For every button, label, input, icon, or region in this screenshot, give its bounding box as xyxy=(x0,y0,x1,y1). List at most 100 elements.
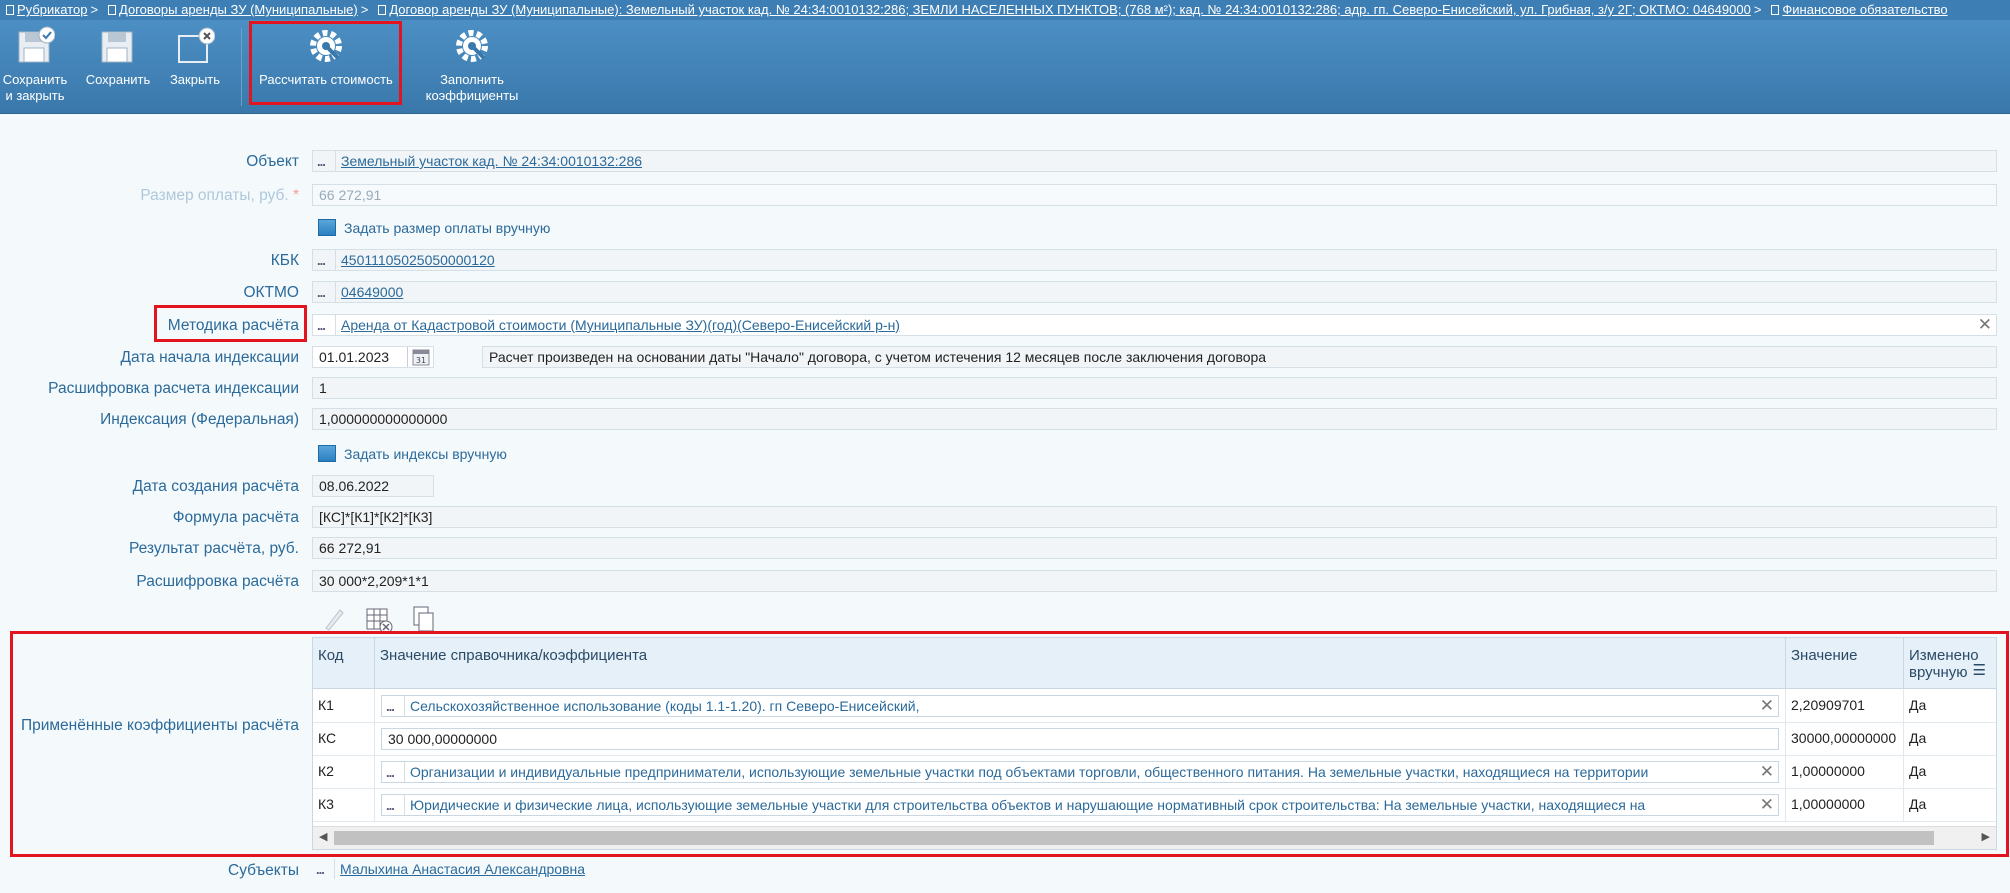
reference-lookup-field[interactable]: Юридические и физические лица, использую… xyxy=(381,794,1779,816)
object-label: Объект xyxy=(246,153,299,170)
table-row[interactable]: К2 Организации и индивидуальные предприн… xyxy=(313,755,1996,789)
manual-payment-row: Задать размер оплаты вручную xyxy=(0,216,2010,240)
column-header-reference[interactable]: Значение справочника/коэффициента xyxy=(375,638,1786,688)
oktmo-field[interactable]: 04649000 xyxy=(312,281,1997,303)
clear-icon[interactable]: ✕ xyxy=(1760,762,1774,782)
save-close-button[interactable]: Сохранить и закрыть xyxy=(0,20,70,113)
table-row[interactable]: К1 Сельскохозяйственное использование (к… xyxy=(313,689,1996,723)
select-dots-icon[interactable] xyxy=(382,795,405,815)
cell-value: 1,00000000 xyxy=(1786,755,1904,788)
kbk-label: КБК xyxy=(270,252,299,269)
fill-coefficients-button[interactable]: Заполнить коэффициенты xyxy=(410,20,534,113)
select-dots-icon[interactable] xyxy=(382,696,405,716)
cell-code: К1 xyxy=(313,689,375,722)
document-icon xyxy=(378,5,387,15)
close-window-icon xyxy=(178,27,215,63)
method-row: Методика расчёта Аренда от Кадастровой с… xyxy=(0,314,2010,338)
clear-icon[interactable]: ✕ xyxy=(1760,696,1774,716)
object-row: Объект Земельный участок кад. № 24:34:00… xyxy=(0,150,2010,174)
federal-index-field: 1,000000000000000 xyxy=(312,408,1997,430)
column-menu-icon[interactable]: ☰ xyxy=(1973,662,1986,679)
coeffs-label: Применённые коэффициенты расчёта xyxy=(20,717,299,734)
save-close-icon xyxy=(18,26,55,63)
toolbar-separator xyxy=(241,28,242,106)
table-row[interactable]: К3 Юридические и физические лица, исполь… xyxy=(313,788,1996,822)
object-link[interactable]: Земельный участок кад. № 24:34:0010132:2… xyxy=(341,153,642,169)
formula-field: [КС]*[К1]*[К2]*[К3] xyxy=(312,506,1997,528)
select-dots-icon[interactable] xyxy=(313,250,336,270)
breadcrumb-item-contract[interactable]: Договор аренды ЗУ (Муниципальные): Земел… xyxy=(372,2,1751,17)
calendar-icon[interactable]: 31 xyxy=(407,347,433,367)
clear-icon[interactable]: ✕ xyxy=(1760,795,1774,815)
kbk-field[interactable]: 45011105025050000120 xyxy=(312,249,1997,271)
result-label: Результат расчёта, руб. xyxy=(128,540,299,557)
column-header-value[interactable]: Значение xyxy=(1786,638,1904,688)
reference-lookup-field[interactable]: Организации и индивидуальные предпринима… xyxy=(381,761,1779,783)
gear-icon xyxy=(310,30,342,62)
clear-icon[interactable]: ✕ xyxy=(1978,315,1992,335)
calculate-cost-button[interactable]: Рассчитать стоимость xyxy=(250,20,402,113)
horizontal-scrollbar[interactable]: ◀ ▶ xyxy=(313,826,1996,849)
scroll-right-icon[interactable]: ▶ xyxy=(1982,830,1990,843)
breadcrumb-item-obligation[interactable]: Финансовое обязательство xyxy=(1765,2,1948,17)
select-dots-icon[interactable] xyxy=(312,859,335,880)
calc-date-field: 08.06.2022 xyxy=(312,475,434,497)
document-icon xyxy=(1771,5,1780,15)
subjects-link[interactable]: Малыхина Анастасия Александровна xyxy=(340,861,585,877)
calc-date-label: Дата создания расчёта xyxy=(132,478,299,495)
index-start-label: Дата начала индексации xyxy=(120,349,299,366)
subjects-field[interactable]: Малыхина Анастасия Александровна xyxy=(312,859,585,881)
copy-icon[interactable] xyxy=(410,604,438,634)
cell-reference: 30 000,00000000 xyxy=(375,722,1786,755)
column-header-code[interactable]: Код xyxy=(313,638,375,688)
federal-index-label: Индексация (Федеральная) xyxy=(100,411,299,428)
cell-value: 2,20909701 xyxy=(1786,689,1904,722)
breadcrumb-item-rubricator[interactable]: Рубрикатор xyxy=(0,2,87,17)
cell-reference: Сельскохозяйственное использование (коды… xyxy=(375,689,1786,722)
index-decode-row: Расшифровка расчета индексации 1 xyxy=(0,377,2010,401)
edit-pencil-icon[interactable] xyxy=(320,604,348,632)
scroll-left-icon[interactable]: ◀ xyxy=(319,830,327,843)
select-dots-icon[interactable] xyxy=(313,282,336,302)
result-row: Результат расчёта, руб. 66 272,91 xyxy=(0,537,2010,561)
reference-value-input[interactable]: 30 000,00000000 xyxy=(381,728,1779,750)
index-decode-label: Расшифровка расчета индексации xyxy=(48,380,299,397)
select-dots-icon[interactable] xyxy=(313,315,336,335)
cell-manual: Да xyxy=(1909,730,1927,746)
column-header-manual[interactable]: Изменено вручную ☰ xyxy=(1904,638,1996,688)
kbk-row: КБК 45011105025050000120 xyxy=(0,249,2010,273)
select-dots-icon[interactable] xyxy=(382,762,405,782)
cell-reference: Организации и индивидуальные предпринима… xyxy=(375,755,1786,788)
calc-date-row: Дата создания расчёта 08.06.2022 xyxy=(0,475,2010,499)
breadcrumb-item-contracts[interactable]: Договоры аренды ЗУ (Муниципальные) xyxy=(102,2,358,17)
object-field[interactable]: Земельный участок кад. № 24:34:0010132:2… xyxy=(312,150,1997,172)
manual-index-checkbox[interactable] xyxy=(318,445,336,462)
manual-index-label[interactable]: Задать индексы вручную xyxy=(344,446,507,462)
oktmo-label: ОКТМО xyxy=(243,284,299,301)
manual-payment-checkbox[interactable] xyxy=(318,219,336,236)
breadcrumb: Рубрикатор > Договоры аренды ЗУ (Муниципал… xyxy=(0,0,2010,20)
cell-code: К2 xyxy=(313,755,375,788)
list-icon xyxy=(108,5,117,15)
table-delete-icon[interactable] xyxy=(364,604,394,634)
manual-payment-label[interactable]: Задать размер оплаты вручную xyxy=(344,220,550,236)
index-start-row: Дата начала индексации 01.01.2023 31 Рас… xyxy=(0,346,2010,370)
scrollbar-thumb[interactable] xyxy=(334,831,1934,845)
decode-row: Расшифровка расчёта 30 000*2,209*1*1 xyxy=(0,570,2010,594)
method-link[interactable]: Аренда от Кадастровой стоимости (Муницип… xyxy=(341,317,900,333)
decode-field: 30 000*2,209*1*1 xyxy=(312,570,1997,592)
method-field[interactable]: Аренда от Кадастровой стоимости (Муницип… xyxy=(312,314,1997,336)
formula-label: Формула расчёта xyxy=(172,509,299,526)
coefficients-grid: Код Значение справочника/коэффициента Зн… xyxy=(312,637,1997,850)
cell-manual: Да xyxy=(1909,697,1927,713)
oktmo-link[interactable]: 04649000 xyxy=(341,284,403,300)
formula-row: Формула расчёта [КС]*[К1]*[К2]*[К3] xyxy=(0,506,2010,530)
reference-lookup-field[interactable]: Сельскохозяйственное использование (коды… xyxy=(381,695,1779,717)
kbk-link[interactable]: 45011105025050000120 xyxy=(341,252,495,268)
select-dots-icon[interactable] xyxy=(313,151,336,171)
table-row[interactable]: КС 30 000,00000000 30000,00000000 Да xyxy=(313,722,1996,756)
folder-icon xyxy=(6,5,14,15)
close-button[interactable]: Закрыть xyxy=(160,20,230,113)
payment-row: Размер оплаты, руб. * 66 272,91 xyxy=(0,184,2010,208)
save-button[interactable]: Сохранить xyxy=(80,20,156,113)
